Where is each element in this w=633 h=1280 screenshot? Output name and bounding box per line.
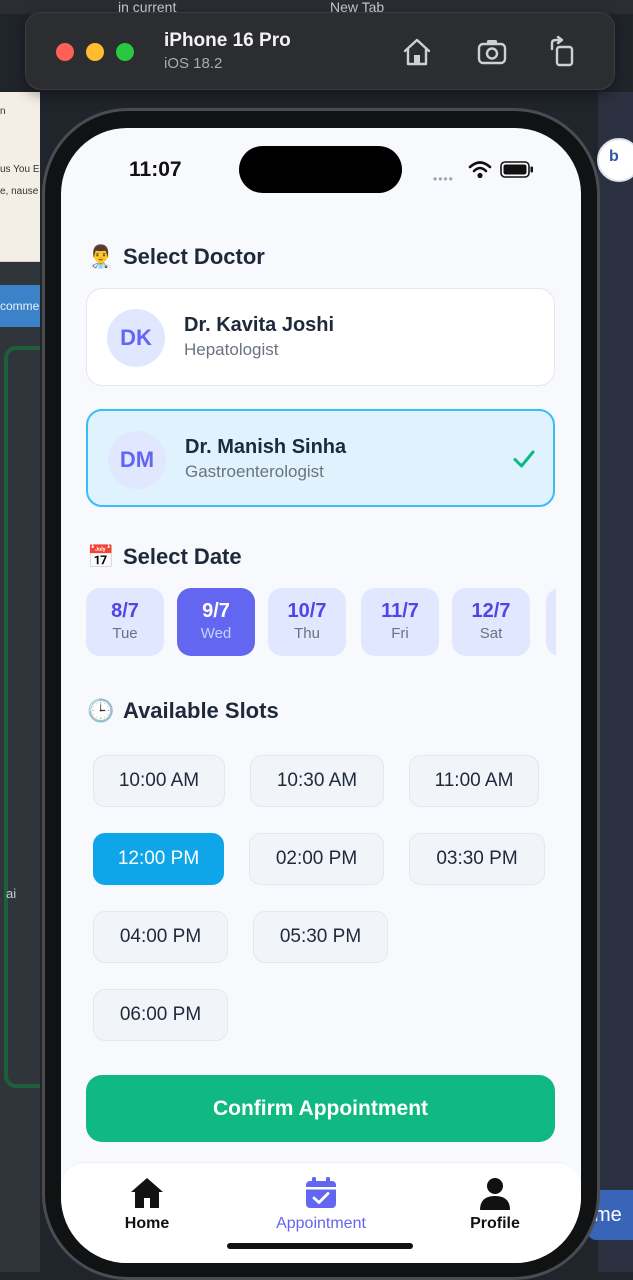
date-selector[interactable]: 8/7 Tue 9/7 Wed 10/7 Thu 11/7 Fri 12/7 S…	[86, 588, 556, 658]
background-text: ai	[6, 886, 17, 901]
select-doctor-heading: 👨‍⚕️ Select Doctor	[87, 244, 265, 270]
background-window-right	[598, 92, 633, 1272]
avatar: DK	[107, 309, 165, 367]
tab-label: Home	[124, 1215, 170, 1232]
zoom-window-button[interactable]	[116, 43, 134, 61]
background-document: n us You Er e, nause	[0, 92, 40, 262]
date-number: 8/7	[111, 600, 139, 622]
home-icon[interactable]	[400, 35, 434, 69]
date-weekday: Fri	[391, 625, 409, 642]
section-title-text: Available Slots	[123, 698, 279, 723]
background-logo: b	[597, 138, 633, 182]
home-indicator	[227, 1243, 413, 1249]
home-icon	[131, 1178, 163, 1208]
background-text: n	[0, 106, 6, 117]
tab-appointment[interactable]: Appointment	[266, 1175, 376, 1233]
time-slot[interactable]: 02:00 PM	[249, 833, 384, 885]
available-slots-heading: 🕒 Available Slots	[87, 698, 279, 724]
calendar-emoji-icon: 📅	[87, 544, 115, 569]
checkmark-icon	[513, 450, 535, 468]
tab-profile[interactable]: Profile	[440, 1175, 550, 1233]
date-chip-partial[interactable]	[546, 588, 556, 656]
background-frame	[4, 346, 40, 1088]
date-chip[interactable]: 11/7 Fri	[361, 588, 439, 656]
confirm-appointment-button[interactable]: Confirm Appointment	[86, 1075, 555, 1142]
date-weekday: Tue	[112, 625, 138, 642]
background-text: e, nause	[0, 186, 39, 197]
time-slot[interactable]: 06:00 PM	[93, 989, 228, 1041]
date-chip[interactable]: 12/7 Sat	[452, 588, 530, 656]
doctor-card-kavita-joshi[interactable]: DK Dr. Kavita Joshi Hepatologist	[86, 288, 555, 386]
app-screen: 11:07 •••• 👨‍⚕️ Select Doctor DK Dr. Kav…	[61, 128, 581, 1263]
rotate-icon[interactable]	[546, 35, 580, 69]
date-weekday: Thu	[294, 625, 320, 642]
os-version: iOS 18.2	[164, 55, 223, 72]
screenshot-icon[interactable]	[475, 35, 509, 69]
date-chip-selected[interactable]: 9/7 Wed	[177, 588, 255, 656]
time-slot[interactable]: 03:30 PM	[409, 833, 545, 885]
date-number: 10/7	[287, 600, 327, 622]
time-slot[interactable]: 04:00 PM	[93, 911, 228, 963]
time-slot[interactable]: 10:30 AM	[250, 755, 384, 807]
status-time: 11:07	[129, 158, 182, 181]
background-text: us You Er	[0, 164, 40, 175]
clock-emoji-icon: 🕒	[87, 698, 115, 723]
dynamic-island	[239, 146, 402, 193]
doctor-specialty: Gastroenterologist	[185, 462, 324, 481]
calendar-icon	[306, 1177, 336, 1208]
date-number: 12/7	[471, 600, 511, 622]
time-slot[interactable]: 11:00 AM	[409, 755, 539, 807]
time-slot-selected[interactable]: 12:00 PM	[93, 833, 224, 885]
select-date-heading: 📅 Select Date	[87, 544, 242, 570]
minimize-window-button[interactable]	[86, 43, 104, 61]
device-name: iPhone 16 Pro	[164, 30, 291, 51]
tab-label: Profile	[470, 1215, 520, 1232]
doctor-name: Dr. Kavita Joshi	[184, 314, 335, 336]
profile-icon	[480, 1178, 510, 1210]
tab-label: Appointment	[276, 1215, 366, 1232]
tab-home[interactable]: Home	[92, 1175, 202, 1233]
signal-icon: ••••	[433, 172, 454, 186]
time-slot[interactable]: 10:00 AM	[93, 755, 225, 807]
doctor-card-manish-sinha[interactable]: DM Dr. Manish Sinha Gastroenterologist	[86, 409, 555, 507]
date-chip[interactable]: 8/7 Tue	[86, 588, 164, 656]
time-slot[interactable]: 05:30 PM	[253, 911, 388, 963]
date-weekday: Sat	[479, 625, 503, 642]
doctor-name: Dr. Manish Sinha	[185, 436, 347, 458]
doctor-emoji-icon: 👨‍⚕️	[87, 244, 115, 269]
doctor-specialty: Hepatologist	[184, 340, 279, 359]
date-number: 9/7	[202, 600, 230, 622]
date-weekday: Wed	[200, 625, 232, 642]
background-button: comme	[0, 285, 40, 327]
date-number: 11/7	[381, 600, 419, 622]
section-title-text: Select Doctor	[123, 244, 265, 269]
background-logo-text: b	[609, 148, 619, 165]
wifi-icon	[468, 161, 492, 179]
battery-icon	[500, 161, 533, 178]
date-chip[interactable]: 10/7 Thu	[268, 588, 346, 656]
section-title-text: Select Date	[123, 544, 242, 569]
avatar: DM	[108, 431, 166, 489]
close-window-button[interactable]	[56, 43, 74, 61]
simulator-toolbar: iPhone 16 Pro iOS 18.2	[25, 12, 615, 90]
